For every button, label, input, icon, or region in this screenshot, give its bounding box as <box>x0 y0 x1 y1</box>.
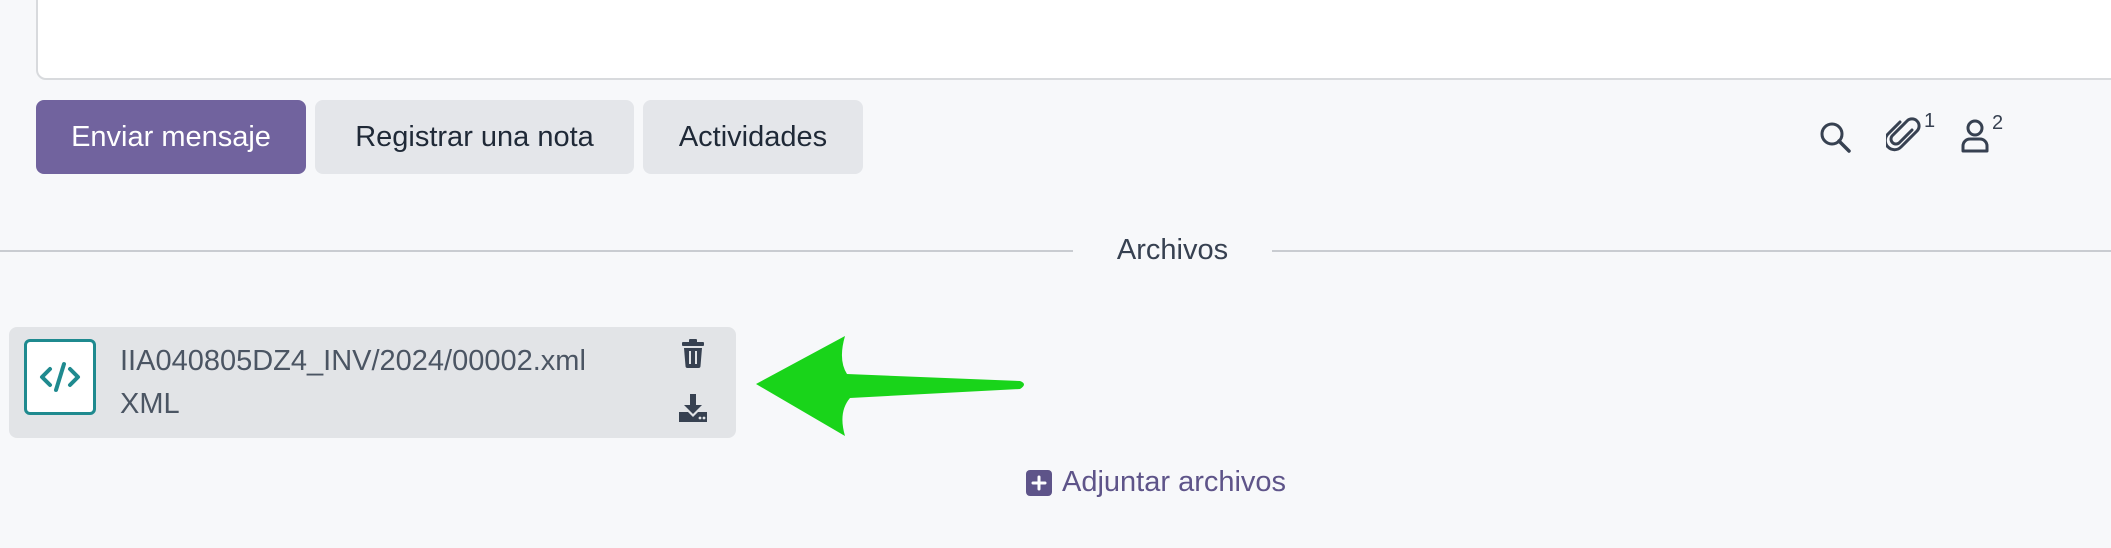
search-icon <box>1820 122 1851 153</box>
followers-button[interactable]: 2 <box>1960 112 2003 154</box>
section-divider <box>1272 250 2111 252</box>
attach-files-label: Adjuntar archivos <box>1062 466 1287 498</box>
trash-icon[interactable] <box>677 337 709 369</box>
send-message-button[interactable]: Enviar mensaje <box>36 100 306 174</box>
followers-count: 2 <box>1992 112 2004 134</box>
attachments-count: 1 <box>1924 110 1936 132</box>
user-icon <box>1961 119 1989 153</box>
code-file-icon <box>24 339 96 415</box>
section-divider <box>0 250 1073 252</box>
attachment-type: XML <box>120 388 180 420</box>
attach-files-button[interactable]: Adjuntar archivos <box>1026 466 1286 499</box>
annotation-arrow-icon <box>756 336 1024 436</box>
message-composer-input[interactable] <box>36 0 2111 80</box>
download-icon[interactable] <box>677 392 709 424</box>
attachment-name: IIA040805DZ4_INV/2024/00002.xml <box>120 345 586 377</box>
plus-square-icon <box>1026 469 1052 496</box>
attachment-card[interactable]: IIA040805DZ4_INV/2024/00002.xml XML <box>9 327 736 438</box>
log-note-button[interactable]: Registrar una nota <box>315 100 634 174</box>
activities-button[interactable]: Actividades <box>643 100 863 174</box>
files-section-title: Archivos <box>1116 234 1229 266</box>
paperclip-icon <box>1886 117 1921 152</box>
search-button[interactable] <box>1818 120 1852 154</box>
attachments-button[interactable]: 1 <box>1886 110 1935 156</box>
